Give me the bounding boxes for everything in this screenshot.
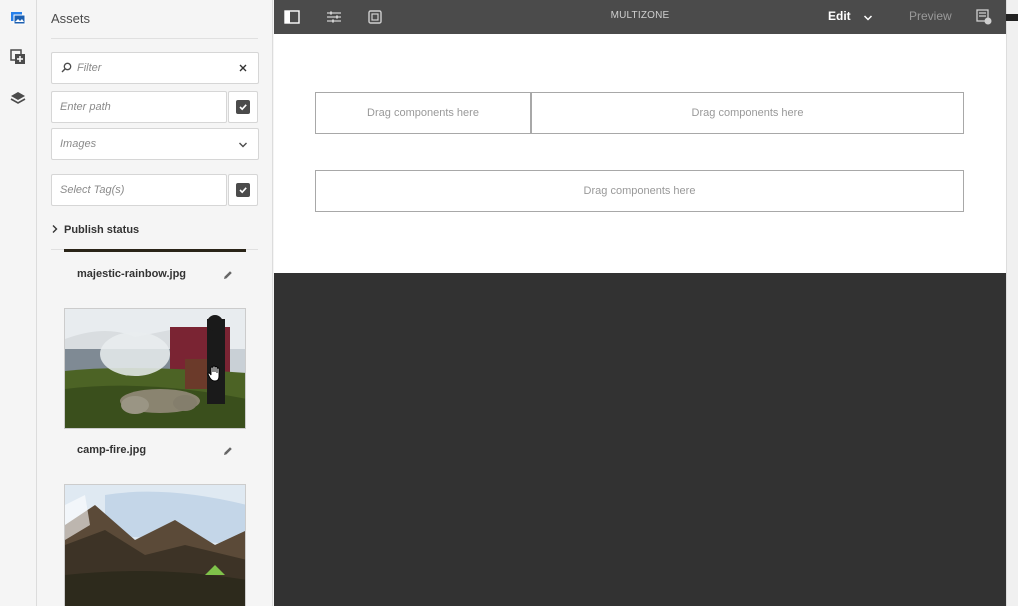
edit-pencil-icon[interactable] [222,444,234,456]
divider [51,38,258,39]
tags-field[interactable]: Select Tag(s) [51,174,227,206]
asset-type-select[interactable]: Images [51,128,259,160]
editor-app: Assets Filter Enter path Images Select T… [0,0,1018,606]
publish-status-toggle[interactable]: Publish status [51,210,258,250]
editor-toolbar: MULTIZONE Edit Preview [274,0,1006,34]
content-tree-icon[interactable] [6,86,30,110]
path-field[interactable]: Enter path [51,91,227,123]
asset-name[interactable]: camp-fire.jpg [77,444,146,456]
page-canvas [274,34,1006,273]
chevron-down-icon [238,140,248,152]
filter-input[interactable]: Filter [77,62,101,74]
annotations-icon[interactable] [974,7,994,27]
check-icon [236,100,250,114]
scrollbar[interactable] [1006,0,1018,606]
preview-button[interactable]: Preview [909,9,952,23]
page-title: MULTIZONE [610,10,670,21]
dropzone-full[interactable]: Drag components here [315,170,964,212]
check-icon [236,183,250,197]
publish-status-label: Publish status [64,224,140,236]
asset-type-value: Images [60,138,97,150]
tags-input[interactable]: Select Tag(s) [60,184,124,196]
chevron-down-icon[interactable] [863,9,875,21]
panel-title: Assets [51,11,91,26]
grab-cursor-icon [207,365,223,388]
path-input[interactable]: Enter path [60,101,111,113]
clear-filter-icon[interactable] [238,63,248,76]
side-rail [0,0,37,606]
components-icon[interactable] [6,45,30,69]
asset-thumbnail-majestic-rainbow[interactable] [64,249,246,252]
assets-icon[interactable] [6,6,30,30]
asset-name[interactable]: majestic-rainbow.jpg [77,268,186,280]
scrollbar-thumb[interactable] [1006,14,1018,21]
canvas-background [274,273,1006,606]
tags-browse-button[interactable] [228,174,258,206]
mode-selector[interactable]: Edit [828,9,851,23]
assets-panel: Assets Filter Enter path Images Select T… [37,0,273,606]
edit-pencil-icon[interactable] [222,268,234,280]
mountain-image [65,485,245,606]
dropzone-right[interactable]: Drag components here [531,92,964,134]
chevron-right-icon [51,224,59,237]
asset-thumbnail-mountains[interactable] [64,484,246,606]
filter-field[interactable]: Filter [51,52,259,84]
path-browse-button[interactable] [228,91,258,123]
search-icon [61,62,72,76]
dropzone-left[interactable]: Drag components here [315,92,531,134]
